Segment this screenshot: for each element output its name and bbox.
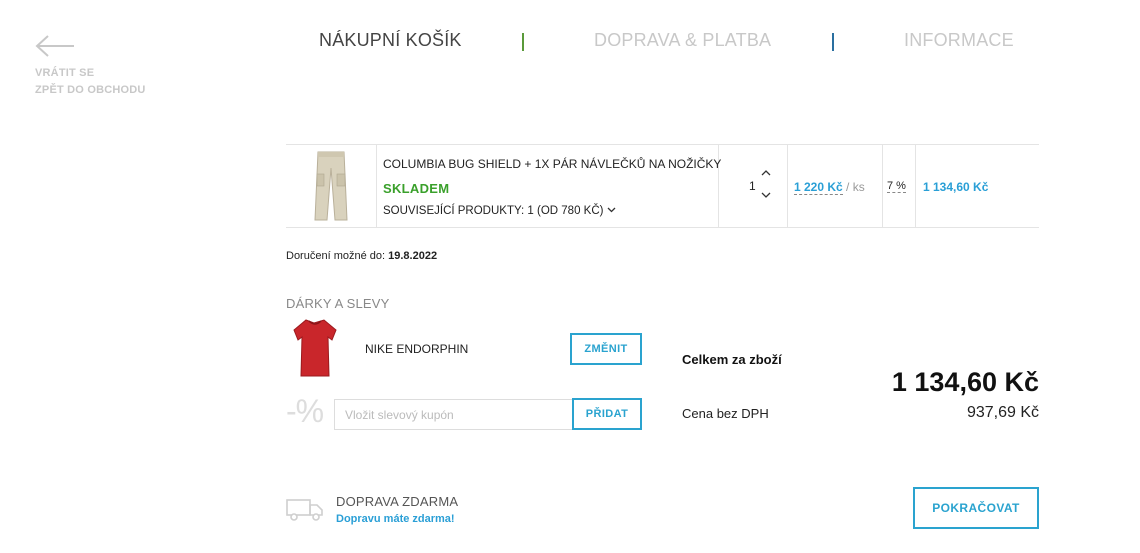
- unit-price: 1 220 Kč / ks: [794, 180, 865, 195]
- delivery-date: 19.8.2022: [388, 250, 438, 262]
- quantity-value[interactable]: 1: [749, 179, 756, 193]
- unit-price-cell: 1 220 Kč / ks: [788, 145, 883, 227]
- truck-icon: [286, 499, 323, 521]
- vat-rate[interactable]: 7 %: [887, 180, 906, 193]
- line-total-cell: 1 134,60 Kč: [916, 145, 1039, 227]
- step-information[interactable]: INFORMACE: [904, 30, 1014, 51]
- checkout-steps: NÁKUPNÍ KOŠÍK DOPRAVA & PLATBA INFORMACE: [0, 30, 1140, 54]
- product-image[interactable]: [313, 150, 349, 222]
- line-total: 1 134,60 Kč: [923, 180, 989, 194]
- gift-name: NIKE ENDORPHIN: [365, 342, 469, 356]
- coupon-input[interactable]: [334, 399, 574, 430]
- related-products-label: SOUVISEJÍCÍ PRODUKTY: 1 (OD 780 KČ): [383, 205, 604, 217]
- vat-cell: 7 %: [883, 145, 916, 227]
- stock-status: SKLADEM: [383, 181, 450, 196]
- related-products-toggle[interactable]: SOUVISEJÍCÍ PRODUKTY: 1 (OD 780 KČ): [383, 205, 616, 217]
- total-value: 1 134,60 Kč: [891, 367, 1039, 397]
- shipping-title: DOPRAVA ZDARMA: [336, 494, 459, 509]
- change-gift-button[interactable]: ZMĚNIT: [570, 333, 642, 365]
- gifts-title: DÁRKY A SLEVY: [286, 296, 390, 311]
- delivery-label: Doručení možné do:: [286, 250, 386, 262]
- shipping-subtitle: Dopravu máte zdarma!: [336, 513, 455, 525]
- gift-image: [293, 319, 337, 377]
- chevron-down-icon: [608, 207, 616, 213]
- step-cart[interactable]: NÁKUPNÍ KOŠÍK: [319, 30, 462, 51]
- step-divider: [832, 33, 834, 51]
- unit-price-value[interactable]: 1 220 Kč: [794, 180, 843, 195]
- unit-price-suffix: / ks: [846, 180, 865, 194]
- price-without-vat-label: Cena bez DPH: [682, 406, 769, 421]
- step-shipping-payment[interactable]: DOPRAVA & PLATBA: [594, 30, 771, 51]
- product-info-cell: COLUMBIA BUG SHIELD + 1X PÁR NÁVLEČKŮ NA…: [377, 145, 721, 227]
- discount-icon: -%: [286, 393, 324, 429]
- total-label: Celkem za zboží: [682, 352, 782, 367]
- step-divider: [522, 33, 524, 51]
- quantity-stepper: 1: [719, 145, 788, 227]
- continue-button[interactable]: POKRAČOVAT: [913, 487, 1039, 529]
- apply-coupon-button[interactable]: PŘIDAT: [572, 398, 642, 430]
- chevron-up-icon[interactable]: [761, 169, 771, 177]
- back-label-line2: ZPĚT DO OBCHODU: [35, 84, 146, 96]
- back-label-line1: VRÁTIT SE: [35, 67, 95, 79]
- product-name[interactable]: COLUMBIA BUG SHIELD + 1X PÁR NÁVLEČKŮ NA…: [383, 157, 721, 171]
- product-image-cell: [286, 145, 377, 227]
- price-without-vat-value: 937,69 Kč: [966, 404, 1039, 421]
- delivery-estimate: Doručení možné do: 19.8.2022: [286, 250, 437, 262]
- chevron-down-icon[interactable]: [761, 191, 771, 199]
- cart-item-row: COLUMBIA BUG SHIELD + 1X PÁR NÁVLEČKŮ NA…: [286, 144, 1039, 228]
